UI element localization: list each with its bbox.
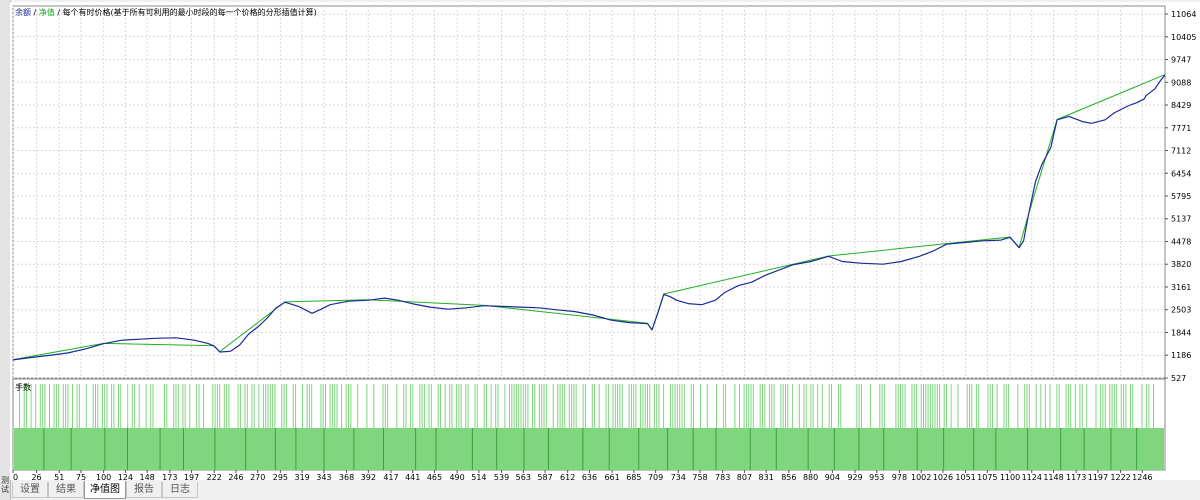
x-tick-label: 563	[516, 473, 531, 480]
lot-bars-group	[14, 384, 1164, 470]
x-tick-label: 246	[228, 473, 243, 480]
y-tick-label: 1186	[1171, 351, 1191, 360]
legend-separator: /	[31, 8, 39, 17]
bottom-tab-bar: 设置 结果 净值图 报告 日志	[10, 481, 1200, 500]
y-tick-label: 7112	[1171, 147, 1191, 156]
x-tick-label: 514	[471, 473, 486, 480]
equity-chart-panel: 11064 10405 9747 9088 8429 7771 7112 6454 5795 51…	[10, 2, 1200, 480]
x-tick-label: 587	[537, 473, 552, 480]
x-tick-label: 1148	[1043, 473, 1063, 480]
x-tick-label: 197	[184, 473, 199, 480]
lot-panel-label: 手数	[15, 383, 31, 392]
lot-base-block	[14, 428, 1164, 470]
x-tick-label: 904	[825, 473, 840, 480]
x-tick-label: 1026	[933, 473, 953, 480]
x-tick-label: 124	[118, 473, 133, 480]
y-tick-label: 6454	[1171, 169, 1191, 178]
x-tick-label: 612	[560, 473, 575, 480]
x-tick-label: 148	[140, 473, 155, 480]
x-tick-label: 807	[737, 473, 752, 480]
series-line-equity	[12, 74, 1166, 361]
equity-chart-svg: 11064 10405 9747 9088 8429 7771 7112 6454 5795 51…	[12, 5, 1196, 480]
x-tick-label: 1246	[1132, 473, 1152, 480]
x-tick-label: 1222	[1110, 473, 1130, 480]
x-tick-label: 295	[273, 473, 288, 480]
x-tick-label: 392	[361, 473, 376, 480]
x-tick-label: 270	[250, 473, 265, 480]
x-tick-label: 51	[54, 473, 64, 480]
y-tick-label: 10405	[1171, 33, 1196, 42]
x-tick-label: 173	[162, 473, 177, 480]
x-tick-label: 1051	[955, 473, 975, 480]
x-tick-label: 1124	[1022, 473, 1042, 480]
tab-equity-chart[interactable]: 净值图	[84, 481, 126, 499]
x-tick-label: 1100	[1000, 473, 1020, 480]
x-tick-label: 368	[339, 473, 354, 480]
x-tick-label: 319	[294, 473, 309, 480]
x-tick-label: 661	[604, 473, 619, 480]
x-tick-label: 490	[449, 473, 464, 480]
y-tick-label: 5795	[1171, 192, 1191, 201]
legend-balance: 余额	[15, 8, 31, 17]
tab-results[interactable]: 结果	[48, 482, 84, 498]
y-tick-label: 1844	[1171, 329, 1191, 338]
x-tick-label: 222	[207, 473, 222, 480]
side-label-text: 测试	[1, 476, 9, 494]
x-tick-label: 758	[692, 473, 707, 480]
x-tick-label: 636	[582, 473, 597, 480]
y-tick-label: 9088	[1171, 78, 1191, 87]
x-tick-label: 0	[13, 473, 18, 480]
x-tick-label: 1002	[911, 473, 931, 480]
legend-equity: 净值	[38, 8, 55, 17]
y-tick-label: 7771	[1171, 124, 1191, 133]
x-tick-label: 75	[76, 473, 86, 480]
x-tick-label: 1197	[1088, 473, 1108, 480]
tab-settings[interactable]: 设置	[12, 482, 48, 498]
x-tick-label: 441	[405, 473, 420, 480]
chart-legend: 余额 / 净值 / 每个有时价格(基于所有可利用的最小时段的每一个价格的分形插值…	[15, 7, 317, 18]
x-tick-label: 831	[759, 473, 774, 480]
x-tick-label: 709	[648, 473, 663, 480]
x-tick-label: 685	[626, 473, 641, 480]
y-tick-label: 4478	[1171, 238, 1191, 247]
tab-report[interactable]: 报告	[126, 482, 162, 498]
x-tick-label: 880	[803, 473, 818, 480]
x-tick-label: 343	[316, 473, 331, 480]
y-tick-label: 527	[1171, 374, 1186, 383]
y-tick-label: 2503	[1171, 306, 1191, 315]
y-tick-label: 9747	[1171, 55, 1191, 64]
x-tick-label: 978	[892, 473, 907, 480]
x-tick-label: 856	[781, 473, 796, 480]
x-tick-label: 1173	[1066, 473, 1086, 480]
y-tick-label: 11064	[1171, 10, 1196, 19]
x-tick-label: 929	[847, 473, 862, 480]
x-tick-label: 734	[671, 473, 686, 480]
y-tick-label: 8429	[1171, 101, 1191, 110]
y-tick-label: 3161	[1171, 283, 1191, 292]
legend-description: / 每个有时价格(基于所有可利用的最小时段的每一个价格的分形插值计算)	[54, 8, 317, 17]
x-tick-label: 26	[31, 473, 41, 480]
tab-journal[interactable]: 日志	[162, 482, 198, 498]
x-tick-label: 465	[427, 473, 442, 480]
x-tick-label: 417	[383, 473, 398, 480]
y-tick-label: 3820	[1171, 260, 1191, 269]
x-tick-label: 1075	[977, 473, 997, 480]
x-tick-label: 783	[715, 473, 730, 480]
x-tick-label: 100	[96, 473, 111, 480]
y-tick-label: 5137	[1171, 215, 1191, 224]
x-tick-label: 953	[869, 473, 884, 480]
x-tick-label: 539	[494, 473, 509, 480]
